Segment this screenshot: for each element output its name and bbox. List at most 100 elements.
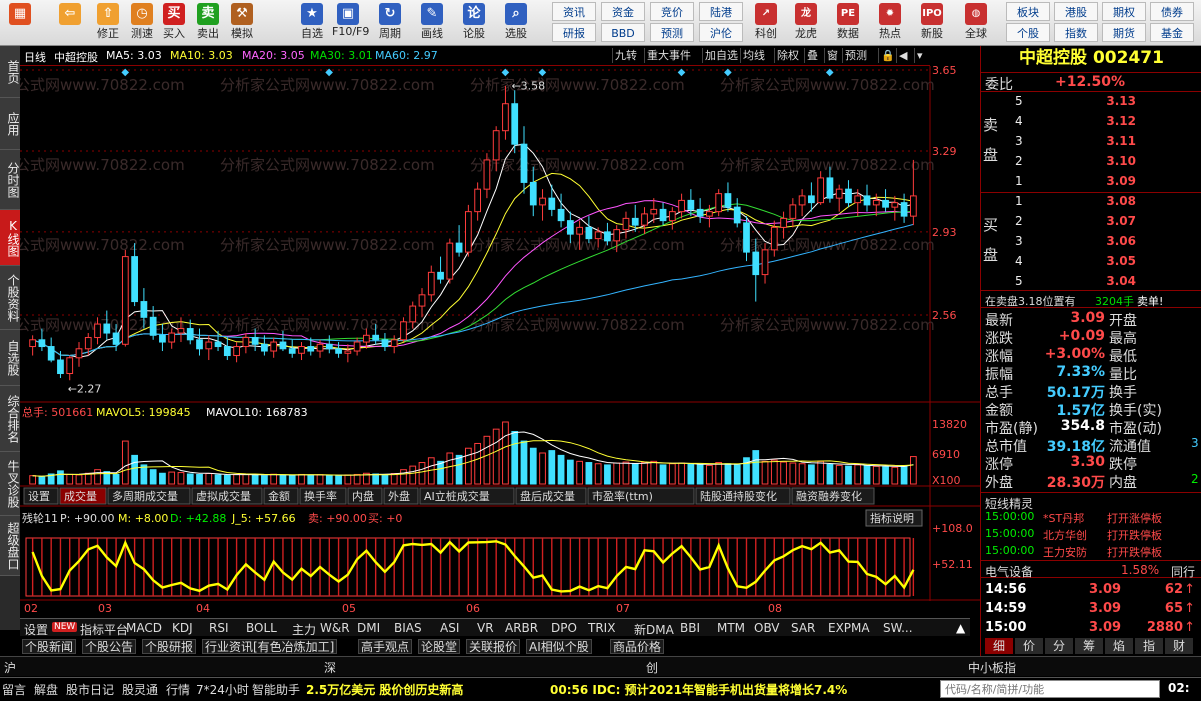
volume-tab-8[interactable]: AI立桩成交量 xyxy=(419,487,515,505)
indicator-tab-4[interactable]: RSI xyxy=(209,621,229,635)
indicator-tab-21[interactable]: SW... xyxy=(883,621,913,635)
period-label[interactable]: 日线 xyxy=(24,49,46,65)
indicator-tab-6[interactable]: 主力 xyxy=(292,621,316,638)
chart-button-2[interactable]: 加自选 xyxy=(702,48,740,63)
toolbar-button-8[interactable]: ▣ F10/F9 xyxy=(332,2,369,44)
toolbar-more-5[interactable]: ◍ 全球 xyxy=(958,2,994,44)
detail-tab-4[interactable]: 焰 xyxy=(1105,638,1133,654)
toolbar-more-0[interactable]: ↗ 科创 xyxy=(748,2,784,44)
grid-button-3-1[interactable]: 沪伦 xyxy=(699,23,743,42)
indicator-tab-9[interactable]: BIAS xyxy=(394,621,422,635)
nav-5[interactable]: 自选股 xyxy=(0,330,20,386)
brief-row[interactable]: 15:00:00 *ST丹邦 打开涨停板 xyxy=(985,510,1197,528)
indicator-tab-3[interactable]: KDJ xyxy=(172,621,193,635)
toolbar-more-4[interactable]: IPO 新股 xyxy=(914,2,950,44)
nav-2[interactable]: 分时图 xyxy=(0,150,20,210)
chart-button-1[interactable]: 重大事件 xyxy=(644,48,693,63)
toolbar-more-1[interactable]: 龙龙虎 xyxy=(788,2,824,44)
chart-button-6[interactable]: 窗 xyxy=(824,48,840,63)
toolbar-button-10[interactable]: ✎ 画线 xyxy=(416,2,448,44)
right-grid-button[interactable]: 港股 xyxy=(1054,2,1098,21)
indicator-tab-20[interactable]: EXPMA xyxy=(828,621,870,635)
volume-tab-1[interactable]: 成交量 xyxy=(59,487,107,505)
nav-0[interactable]: 首页 xyxy=(0,46,20,98)
news-tab-5[interactable]: 论股堂 xyxy=(418,639,461,654)
toolbar-button-3[interactable]: ◷ 测速 xyxy=(126,2,158,44)
market-sz[interactable]: 深 xyxy=(324,659,336,676)
status-item-1[interactable]: 解盘 xyxy=(34,681,58,698)
buy-row[interactable]: 2 3.07 xyxy=(1005,214,1140,234)
indicator-tab-11[interactable]: VR xyxy=(477,621,494,635)
grid-button-1-1[interactable]: BBD xyxy=(601,23,645,42)
chart-button-4[interactable]: 除权 xyxy=(774,48,801,63)
volume-tab-0[interactable]: 设置 xyxy=(23,487,59,505)
sell-row[interactable]: 5 3.13 xyxy=(1005,94,1140,114)
grid-button-2-1[interactable]: 预测 xyxy=(650,23,694,42)
chart-button-0[interactable]: 九转 xyxy=(612,48,639,63)
sell-row[interactable]: 4 3.12 xyxy=(1005,114,1140,134)
news-tab-8[interactable]: 商品价格 xyxy=(610,639,665,654)
candle[interactable] xyxy=(121,249,129,347)
grid-button-0-0[interactable]: 资讯 xyxy=(552,2,596,21)
industry-name[interactable]: 电气设备 xyxy=(985,563,1033,580)
toolbar-more-3[interactable]: ✹ 热点 xyxy=(872,2,908,44)
candle[interactable] xyxy=(715,189,723,217)
buy-row[interactable]: 3 3.06 xyxy=(1005,234,1140,254)
sell-row[interactable]: 2 3.10 xyxy=(1005,154,1140,174)
indicator-tab-18[interactable]: OBV xyxy=(754,621,780,635)
right-grid-button[interactable]: 个股 xyxy=(1006,23,1050,42)
grid-button-3-0[interactable]: 陆港 xyxy=(699,2,743,21)
toolbar-button-9[interactable]: ↻ 周期 xyxy=(374,2,406,44)
buy-row[interactable]: 1 3.08 xyxy=(1005,194,1140,214)
nav-6[interactable]: 综合排名 xyxy=(0,386,20,452)
volume-tab-12[interactable]: 融资融券变化 xyxy=(791,487,875,505)
sell-row[interactable]: 3 3.11 xyxy=(1005,134,1140,154)
news-tab-1[interactable]: 个股公告 xyxy=(82,639,137,654)
chart-button-7[interactable]: 预测 xyxy=(842,48,869,63)
news-ticker-1[interactable]: 2.5万亿美元 股价创历史新高 xyxy=(306,681,463,698)
toolbar-button-7[interactable]: ★ 自选 xyxy=(296,2,328,44)
search-box[interactable] xyxy=(940,680,1160,698)
volume-tab-5[interactable]: 换手率 xyxy=(299,487,347,505)
market-zxb[interactable]: 中小板指 xyxy=(968,659,1016,676)
detail-tab-1[interactable]: 价 xyxy=(1015,638,1043,654)
event-marker-icon[interactable]: ◆ xyxy=(724,67,732,78)
right-grid-button[interactable]: 期权 xyxy=(1102,2,1146,21)
search-input[interactable] xyxy=(941,681,1159,697)
nav-3[interactable]: K线图 xyxy=(0,210,20,266)
grid-button-0-1[interactable]: 研报 xyxy=(552,23,596,42)
right-grid-button[interactable]: 基金 xyxy=(1150,23,1194,42)
event-marker-icon[interactable]: ◆ xyxy=(826,67,834,78)
volume-tab-10[interactable]: 市盈率(ttm) xyxy=(587,487,695,505)
event-marker-icon[interactable]: ◆ xyxy=(325,67,333,78)
grid-button-1-0[interactable]: 资金 xyxy=(601,2,645,21)
volume-tab-4[interactable]: 金额 xyxy=(263,487,299,505)
indicator-tab-16[interactable]: BBI xyxy=(680,621,700,635)
nav-8[interactable]: 超级盘口 xyxy=(0,516,20,576)
event-marker-icon[interactable]: ◆ xyxy=(121,67,129,78)
detail-tab-3[interactable]: 筹 xyxy=(1075,638,1103,654)
detail-tab-2[interactable]: 分 xyxy=(1045,638,1073,654)
detail-tab-0[interactable]: 细 xyxy=(985,638,1013,654)
peers-button[interactable]: 同行 xyxy=(1171,563,1195,580)
indicator-tab-15[interactable]: 新DMA xyxy=(634,621,674,638)
chart-button-3[interactable]: 均线 xyxy=(740,48,767,63)
indicator-tab-1[interactable]: 指标平台 xyxy=(80,621,128,638)
detail-tab-6[interactable]: 财 xyxy=(1165,638,1193,654)
market-sh[interactable]: 沪 xyxy=(4,659,16,676)
chart-button-5[interactable]: 叠 xyxy=(804,48,820,63)
status-item-2[interactable]: 股市日记 xyxy=(66,681,114,698)
indicator-tab-2[interactable]: MACD xyxy=(126,621,162,635)
toolbar-button-5[interactable]: 卖卖出 xyxy=(192,2,224,44)
right-grid-button[interactable]: 债券 xyxy=(1150,2,1194,21)
indicator-explain-button[interactable]: 指标说明 xyxy=(865,509,923,527)
toolbar-more-2[interactable]: PE 数据 xyxy=(830,2,866,44)
market-cy[interactable]: 创 xyxy=(646,659,658,676)
toolbar-button-12[interactable]: ⌕ 选股 xyxy=(500,2,532,44)
news-tab-7[interactable]: AI相似个股 xyxy=(526,639,592,654)
indicator-tab-10[interactable]: ASI xyxy=(440,621,459,635)
indicator-tab-12[interactable]: ARBR xyxy=(505,621,538,635)
buy-row[interactable]: 4 3.05 xyxy=(1005,254,1140,274)
toolbar-button-1[interactable]: ⇦ xyxy=(54,2,86,44)
candle[interactable] xyxy=(446,238,454,284)
